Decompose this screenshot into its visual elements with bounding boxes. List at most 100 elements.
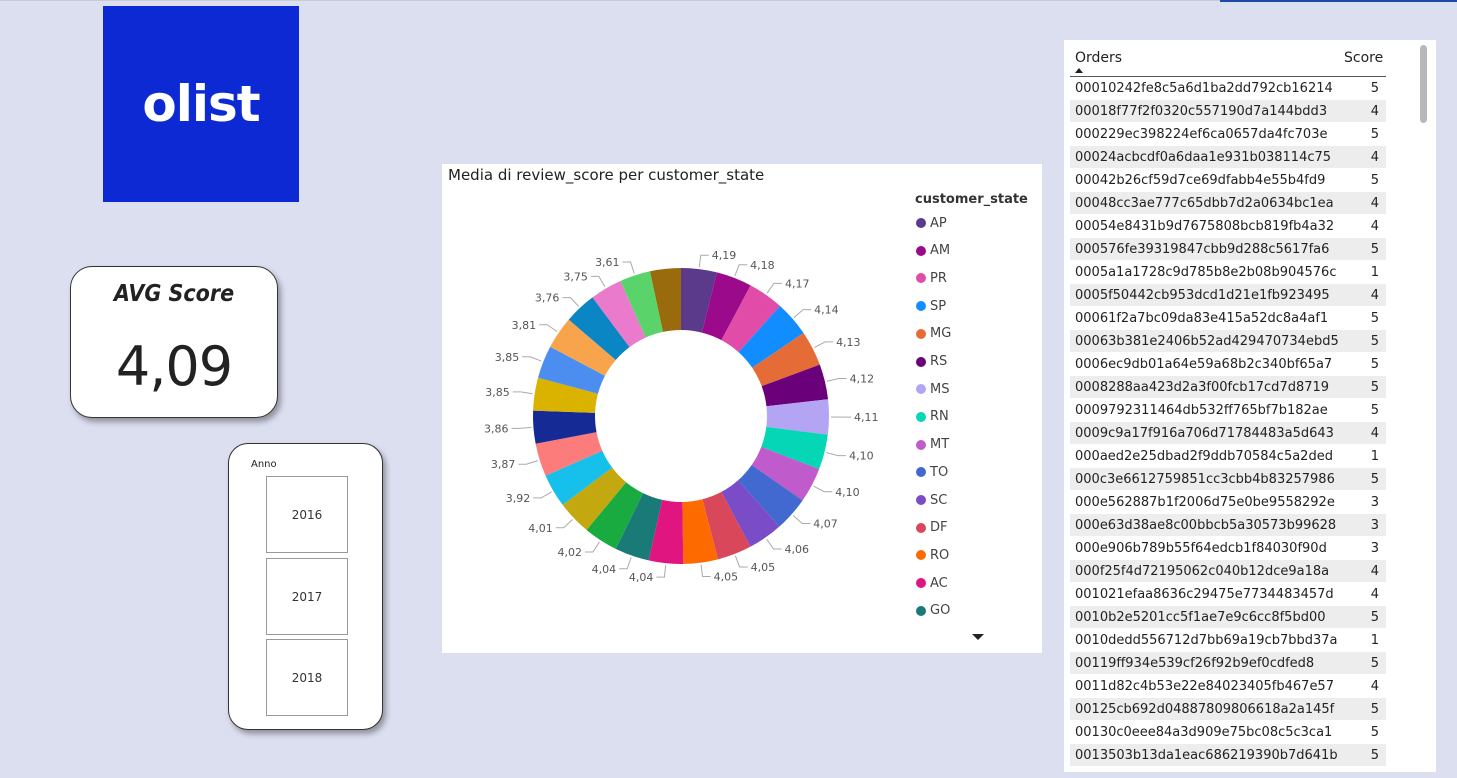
table-row[interactable]: 000f25f4d72195062c040b12dce9a18a 4 [1070, 560, 1386, 583]
legend-dot-icon [916, 467, 926, 478]
legend-label: RO [930, 547, 950, 563]
legend-label: MG [930, 326, 952, 342]
table-row[interactable]: 0006ec9db01a64e59a68b2c340bf65a7 5 [1070, 353, 1386, 376]
table-row[interactable]: 00130c0eee84a3d909e75bc08c5c3ca1 5 [1070, 721, 1386, 744]
legend-item-to[interactable]: TO [916, 464, 948, 480]
legend-title: customer_state [915, 192, 1028, 207]
donut-chart-panel: 4,19 4,18 4,17 4,14 4,13 4,12 4,11 4,10 4,10 4,07… [442, 164, 1042, 653]
orders-column-header[interactable]: Orders [1075, 50, 1122, 66]
order-id-cell: 000f25f4d72195062c040b12dce9a18a [1075, 563, 1330, 579]
table-body: 00010242fe8c5a6d1ba2dd792cb16214 5 00018f7… [1070, 77, 1386, 767]
legend-item-df[interactable]: DF [916, 520, 948, 536]
table-row[interactable]: 0009c9a17f916a706d71784483a5d643 4 [1070, 422, 1386, 445]
table-row[interactable]: 00119ff934e539cf26f92b9ef0cdfed8 5 [1070, 652, 1386, 675]
legend-item-sc[interactable]: SC [916, 492, 947, 508]
year-slicer: Anno 2016 2017 2018 [228, 443, 383, 730]
legend-item-sp[interactable]: SP [916, 298, 946, 314]
table-row[interactable]: 0009792311464db532ff765bf7b182ae 5 [1070, 399, 1386, 422]
table-row[interactable]: 00018f77f2f0320c557190d7a144bdd3 4 [1070, 100, 1386, 123]
table-scrollbar[interactable] [1420, 45, 1427, 123]
table-row[interactable]: 00048cc3ae777c65dbb7d2a0634bc1ea 4 [1070, 192, 1386, 215]
table-row[interactable]: 00010242fe8c5a6d1ba2dd792cb16214 5 [1070, 77, 1386, 100]
table-row[interactable]: 00061f2a7bc09da83e415a52dc8a4af1 5 [1070, 307, 1386, 330]
legend-item-go[interactable]: GO [916, 603, 950, 619]
score-cell: 5 [1370, 172, 1379, 188]
score-column-header[interactable]: Score [1344, 50, 1383, 66]
score-cell: 1 [1370, 264, 1379, 280]
table-row[interactable]: 000229ec398224ef6ca0657da4fc703e 5 [1070, 123, 1386, 146]
table-row[interactable]: 0013503b13da1eac686219390b7d641b 5 [1070, 744, 1386, 767]
legend-item-rn[interactable]: RN [916, 409, 949, 425]
legend-item-am[interactable]: AM [916, 243, 950, 259]
data-label: 4,04 [629, 571, 654, 584]
table-row[interactable]: 00042b26cf59d7ce69dfabb4e55b4fd9 5 [1070, 169, 1386, 192]
score-cell: 5 [1370, 609, 1379, 625]
legend-dot-icon [916, 605, 926, 616]
table-row[interactable]: 0005a1a1728c9d785b8e2b08b904576c 1 [1070, 261, 1386, 284]
data-label-leader-line [539, 324, 558, 332]
score-cell: 5 [1370, 333, 1379, 349]
table-row[interactable]: 0010dedd556712d7bb69a19cb7bbd37a 1 [1070, 629, 1386, 652]
data-label: 3,87 [491, 458, 516, 471]
table-row[interactable]: 0008288aa423d2a3f00fcb17cd7d8719 5 [1070, 376, 1386, 399]
legend-item-mg[interactable]: MG [916, 326, 951, 342]
order-id-cell: 00010242fe8c5a6d1ba2dd792cb16214 [1075, 80, 1333, 96]
score-cell: 5 [1370, 310, 1379, 326]
slicer-item-2017[interactable]: 2017 [266, 558, 348, 635]
table-row[interactable]: 0011d82c4b53e22e84023405fb467e57 4 [1070, 675, 1386, 698]
legend-item-ap[interactable]: AP [916, 215, 947, 231]
order-id-cell: 0011d82c4b53e22e84023405fb467e57 [1075, 678, 1334, 694]
table-row[interactable]: 00054e8431b9d7675808bcb819fb4a32 4 [1070, 215, 1386, 238]
table-row[interactable]: 000aed2e25dbad2f9ddb70584c5a2ded 1 [1070, 445, 1386, 468]
score-cell: 5 [1370, 80, 1379, 96]
legend-item-rs[interactable]: RS [916, 354, 947, 370]
table-row[interactable]: 001021efaa8636c29475e7734483457d 4 [1070, 583, 1386, 606]
top-accent-bar [1220, 0, 1457, 2]
table-row[interactable]: 00024acbcdf0a6daa1e931b038114c75 4 [1070, 146, 1386, 169]
olist-logo: olist [103, 6, 299, 202]
score-cell: 4 [1370, 586, 1379, 602]
order-id-cell: 0009792311464db532ff765bf7b182ae [1075, 402, 1328, 418]
orders-table: Orders Score 00010242fe8c5a6d1ba2dd792cb… [1064, 40, 1436, 772]
donut-chart: 4,19 4,18 4,17 4,14 4,13 4,12 4,11 4,10 4,10 4,07… [484, 249, 879, 584]
data-label-leader-line [698, 254, 709, 268]
legend-dot-icon [916, 495, 926, 505]
data-label-leader-line [766, 538, 782, 550]
table-row[interactable]: 000e906b789b55f64edcb1f84030f90d 3 [1070, 537, 1386, 560]
legend-item-ms[interactable]: MS [916, 381, 949, 397]
data-label-leader-line [533, 491, 552, 499]
order-id-cell: 000aed2e25dbad2f9ddb70584c5a2ded [1075, 448, 1333, 464]
data-label: 3,81 [512, 319, 537, 332]
legend-scroll-down-icon[interactable] [972, 634, 984, 640]
legend-item-ro[interactable]: RO [916, 547, 949, 563]
order-id-cell: 00024acbcdf0a6daa1e931b038114c75 [1075, 149, 1332, 165]
data-label: 4,10 [835, 486, 860, 499]
score-cell: 4 [1370, 149, 1379, 165]
legend-item-pr[interactable]: PR [916, 270, 947, 286]
slicer-item-2016[interactable]: 2016 [266, 476, 348, 553]
legend-label: MS [930, 381, 950, 397]
score-cell: 5 [1370, 402, 1379, 418]
table-row[interactable]: 0005f50442cb953dcd1d21e1fb923495 4 [1070, 284, 1386, 307]
legend-label: RN [930, 409, 949, 425]
data-label-leader-line [656, 565, 667, 578]
table-row[interactable]: 000e562887b1f2006d75e0be9558292e 3 [1070, 491, 1386, 514]
data-label: 4,04 [592, 563, 617, 576]
data-label: 4,06 [785, 543, 810, 556]
data-label-leader-line [555, 519, 573, 529]
avg-score-value: 4,09 [115, 335, 233, 398]
legend-item-ac[interactable]: AC [916, 575, 948, 591]
legend-dot-icon [916, 273, 926, 284]
table-row[interactable]: 000576fe39319847cbb9d288c5617fa6 5 [1070, 238, 1386, 261]
order-id-cell: 0009c9a17f916a706d71784483a5d643 [1075, 425, 1334, 441]
slicer-item-2018[interactable]: 2018 [266, 639, 348, 716]
table-row[interactable]: 000c3e6612759851cc3cbb4b83257986 5 [1070, 468, 1386, 491]
legend-dot-icon [916, 301, 926, 312]
legend-dot-icon [916, 522, 926, 533]
table-row[interactable]: 000e63d38ae8c00bbcb5a30573b99628 3 [1070, 514, 1386, 537]
data-label-leader-line [511, 426, 532, 429]
legend-item-mt[interactable]: MT [916, 437, 949, 453]
table-row[interactable]: 0010b2e5201cc5f1ae7e9c6cc8f5bd00 5 [1070, 606, 1386, 629]
table-row[interactable]: 00125cb692d04887809806618a2a145f 5 [1070, 698, 1386, 721]
table-row[interactable]: 00063b381e2406b52ad429470734ebd5 5 [1070, 330, 1386, 353]
